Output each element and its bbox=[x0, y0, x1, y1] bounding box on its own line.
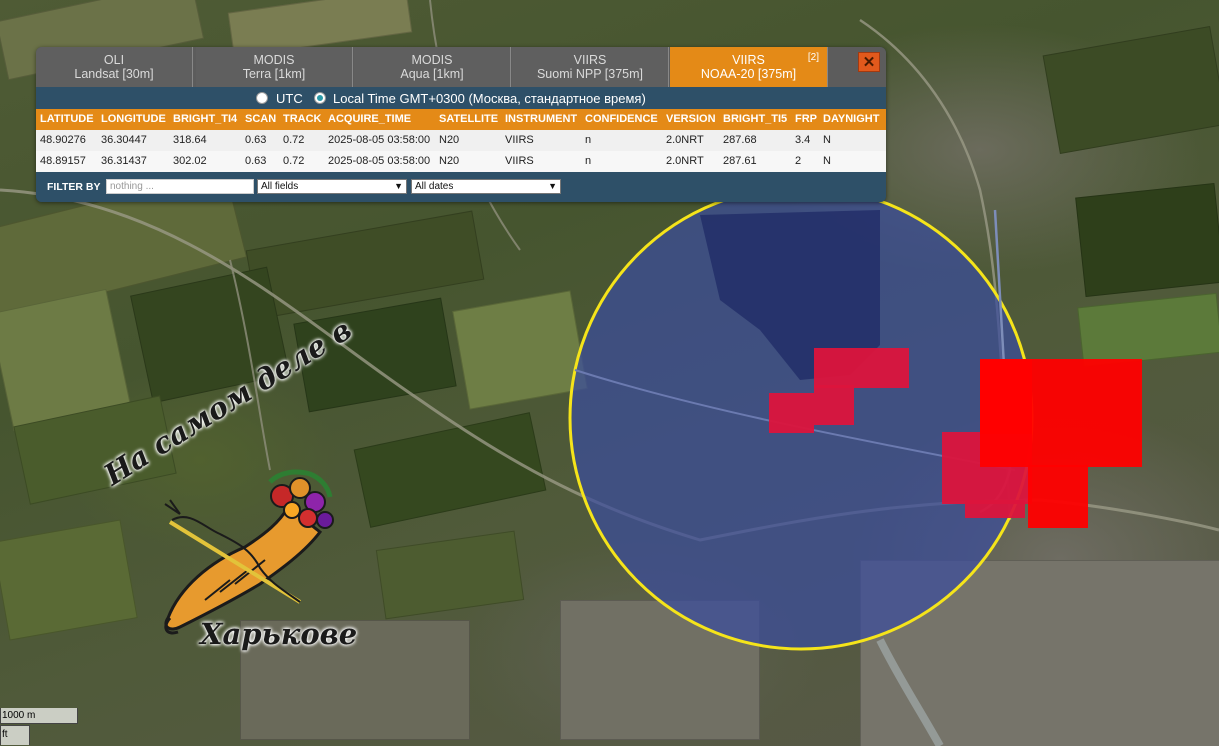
fire-hotspot-square[interactable] bbox=[769, 393, 814, 433]
scale-metric-label: 1000 m bbox=[0, 708, 78, 724]
utc-radio-label[interactable]: UTC bbox=[276, 91, 303, 106]
col-header[interactable]: BRIGHT_TI4 bbox=[173, 113, 237, 125]
filter-input[interactable] bbox=[106, 179, 254, 194]
cell-version: 2.0NRT bbox=[666, 155, 704, 167]
fire-data-panel: OLI Landsat [30m] MODIS Terra [1km] MODI… bbox=[36, 47, 886, 202]
tab-title: MODIS bbox=[253, 53, 295, 67]
cell-acquire-time: 2025-08-05 03:58:00 bbox=[328, 134, 431, 146]
tab-title: MODIS bbox=[411, 53, 453, 67]
tab-subtitle: Landsat [30m] bbox=[74, 67, 154, 81]
cell-daynight: N bbox=[823, 155, 831, 167]
cell-frp: 2 bbox=[795, 155, 802, 167]
cell-latitude: 48.89157 bbox=[40, 155, 86, 167]
col-header[interactable]: LATITUDE bbox=[40, 113, 94, 125]
col-header[interactable]: SCAN bbox=[245, 113, 276, 125]
tab-subtitle: Aqua [1km] bbox=[400, 67, 464, 81]
cell-daynight: N bbox=[823, 134, 831, 146]
tab-title: VIIRS bbox=[732, 53, 765, 67]
col-header[interactable]: SATELLITE bbox=[439, 113, 498, 125]
cell-satellite: N20 bbox=[439, 155, 460, 167]
fire-hotspot-square[interactable] bbox=[814, 385, 854, 425]
cell-scan: 0.63 bbox=[245, 155, 267, 167]
table-row[interactable]: 48.89157 36.31437 302.02 0.63 0.72 2025-… bbox=[36, 151, 886, 172]
tab-title: VIIRS bbox=[573, 53, 607, 67]
cell-instrument: VIIRS bbox=[505, 134, 534, 146]
cell-confidence: n bbox=[585, 134, 592, 146]
tab-oli-landsat[interactable]: OLI Landsat [30m] bbox=[36, 47, 193, 87]
scale-imperial-label: ft bbox=[0, 725, 30, 745]
time-mode-bar: UTC Local Time GMT+0300 (Москва, стандар… bbox=[36, 88, 886, 109]
fire-hotspot-square[interactable] bbox=[814, 348, 909, 388]
col-header[interactable]: FRP bbox=[795, 113, 817, 125]
local-time-radio-label[interactable]: Local Time GMT+0300 (Москва, стандартное… bbox=[333, 91, 646, 106]
cell-instrument: VIIRS bbox=[505, 155, 534, 167]
map-scale-bar: 1000 m ft bbox=[0, 707, 79, 746]
col-header[interactable]: DAYNIGHT bbox=[823, 113, 879, 125]
cell-scan: 0.63 bbox=[245, 134, 267, 146]
cell-longitude: 36.31437 bbox=[101, 155, 147, 167]
field-select[interactable]: All fields ▼ bbox=[257, 179, 407, 194]
cell-track: 0.72 bbox=[283, 155, 305, 167]
col-header[interactable]: TRACK bbox=[283, 113, 322, 125]
tab-modis-terra[interactable]: MODIS Terra [1km] bbox=[196, 47, 353, 87]
date-select[interactable]: All dates ▼ bbox=[411, 179, 561, 194]
field-select-value: All fields bbox=[261, 181, 299, 192]
fire-hotspot-square[interactable] bbox=[1028, 465, 1088, 528]
tab-count-badge: [2] bbox=[807, 52, 819, 63]
tab-viirs-noaa-20[interactable]: VIIRS NOAA-20 [375m] [2] bbox=[670, 47, 828, 87]
utc-radio[interactable] bbox=[256, 92, 268, 104]
col-header[interactable]: VERSION bbox=[666, 113, 716, 125]
cell-frp: 3.4 bbox=[795, 134, 811, 146]
table-row[interactable]: 48.90276 36.30447 318.64 0.63 0.72 2025-… bbox=[36, 130, 886, 151]
cell-longitude: 36.30447 bbox=[101, 134, 147, 146]
tab-subtitle: NOAA-20 [375m] bbox=[700, 67, 797, 81]
cell-satellite: N20 bbox=[439, 134, 460, 146]
fire-hotspot-square[interactable] bbox=[965, 500, 1025, 518]
cell-bright-ti5: 287.61 bbox=[723, 155, 757, 167]
filter-bar: FILTER BY All fields ▼ All dates ▼ bbox=[36, 174, 886, 202]
tab-title: OLI bbox=[103, 53, 125, 67]
col-header[interactable]: CONFIDENCE bbox=[585, 113, 658, 125]
sensor-tabs: OLI Landsat [30m] MODIS Terra [1km] MODI… bbox=[36, 47, 886, 87]
river bbox=[876, 638, 944, 746]
cell-track: 0.72 bbox=[283, 134, 305, 146]
cell-acquire-time: 2025-08-05 03:58:00 bbox=[328, 155, 431, 167]
cell-bright-ti5: 287.68 bbox=[723, 134, 757, 146]
close-button[interactable]: ✕ bbox=[858, 52, 880, 72]
tab-subtitle: Terra [1km] bbox=[242, 67, 306, 81]
cell-latitude: 48.90276 bbox=[40, 134, 86, 146]
col-header[interactable]: INSTRUMENT bbox=[505, 113, 577, 125]
cell-bright-ti4: 302.02 bbox=[173, 155, 207, 167]
col-header[interactable]: ACQUIRE_TIME bbox=[328, 113, 411, 125]
col-header[interactable]: LONGITUDE bbox=[101, 113, 166, 125]
cell-version: 2.0NRT bbox=[666, 134, 704, 146]
col-header[interactable]: BRIGHT_TI5 bbox=[723, 113, 787, 125]
fire-hotspot-square[interactable] bbox=[980, 359, 1032, 434]
date-select-value: All dates bbox=[415, 181, 454, 192]
tab-modis-aqua[interactable]: MODIS Aqua [1km] bbox=[354, 47, 511, 87]
cell-confidence: n bbox=[585, 155, 592, 167]
chevron-down-icon: ▼ bbox=[394, 181, 403, 191]
filter-label: FILTER BY bbox=[47, 181, 101, 193]
tab-viirs-suomi-npp[interactable]: VIIRS Suomi NPP [375m] bbox=[512, 47, 669, 87]
watermark-logo: На самом деле в Харькове bbox=[98, 312, 370, 667]
table-header: LATITUDE LONGITUDE BRIGHT_TI4 SCAN TRACK… bbox=[36, 109, 886, 130]
cell-bright-ti4: 318.64 bbox=[173, 134, 207, 146]
local-time-radio[interactable] bbox=[314, 92, 326, 104]
logo-bottom-text: Харькове bbox=[200, 617, 358, 651]
chevron-down-icon: ▼ bbox=[548, 181, 557, 191]
tab-subtitle: Suomi NPP [375m] bbox=[536, 67, 644, 81]
